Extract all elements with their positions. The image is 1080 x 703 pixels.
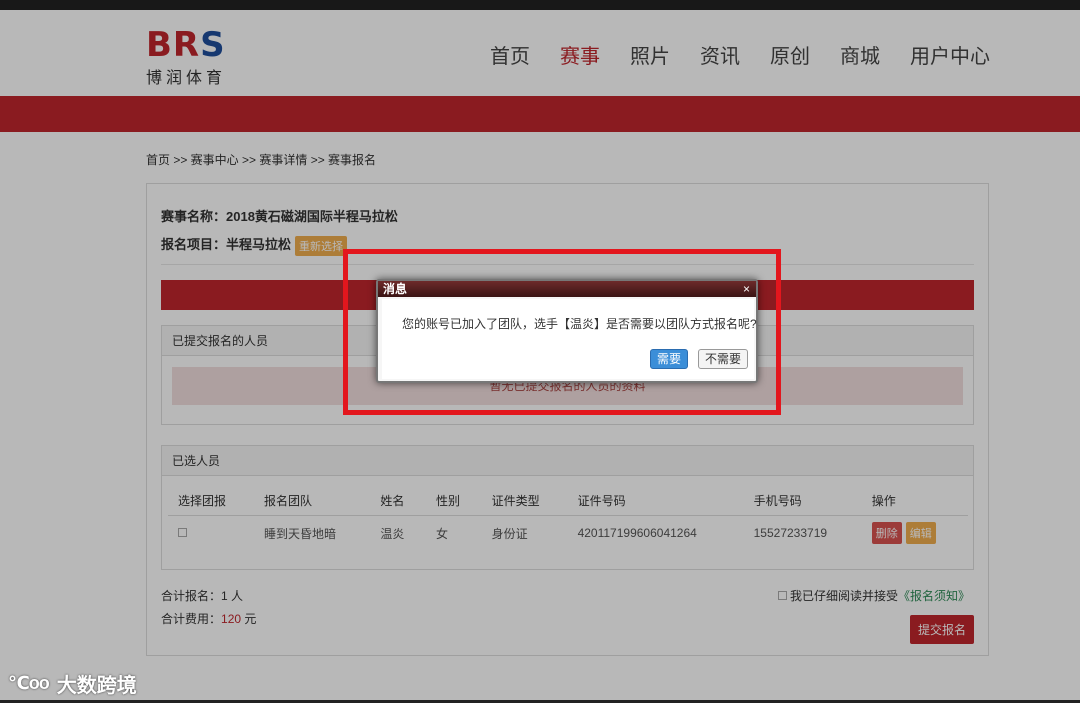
- watermark-logo: ℃oo: [8, 672, 50, 693]
- watermark-text: 大数跨境: [56, 674, 137, 697]
- highlight-box: [343, 249, 781, 415]
- watermark: ℃oo 大数跨境: [8, 668, 137, 698]
